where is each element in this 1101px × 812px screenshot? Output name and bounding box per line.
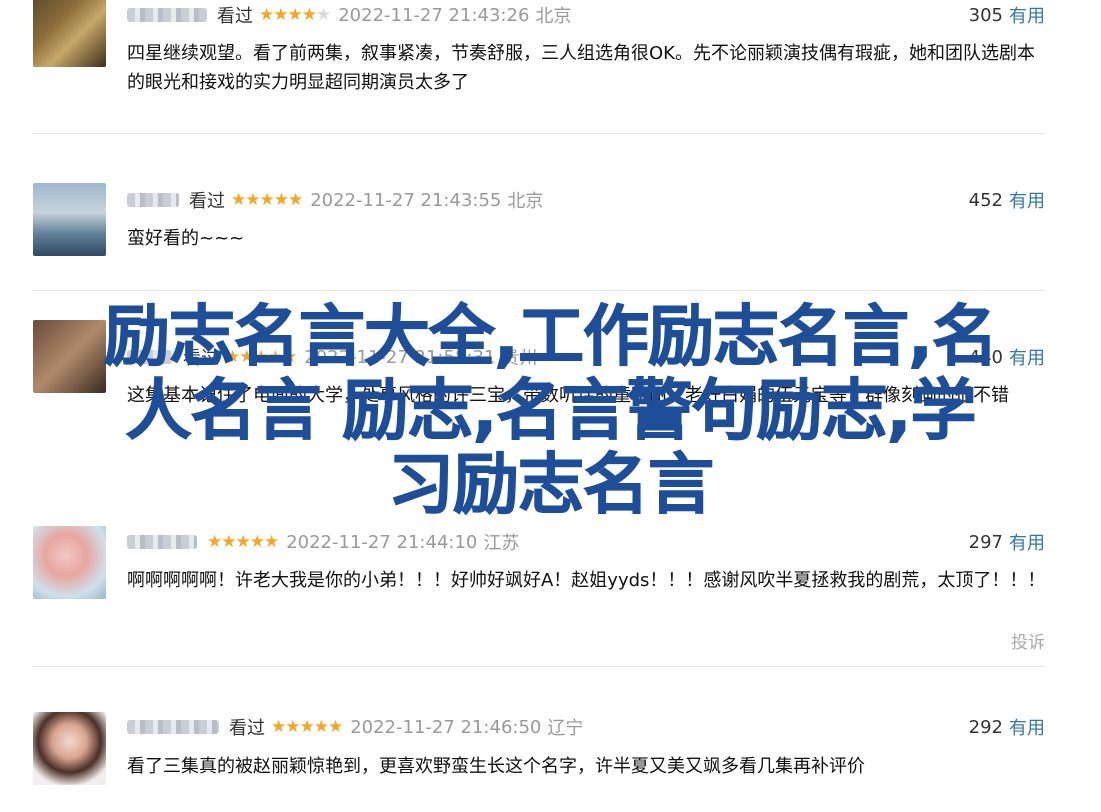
user-avatar[interactable] (33, 712, 106, 785)
username[interactable] (127, 720, 219, 734)
watched-status: 看过 (229, 718, 265, 739)
username[interactable] (127, 535, 197, 549)
user-avatar[interactable] (33, 0, 106, 67)
rating-stars: ★★★★★ (231, 190, 303, 210)
rating-stars: ★★★★★ (207, 532, 279, 552)
watched-status: 看过 (189, 191, 225, 212)
review-meta: 看过 ★★★★★ 2022-11-27 21:43:55 北京 (127, 187, 543, 213)
divider (33, 290, 1045, 291)
username[interactable] (127, 8, 207, 22)
useful-button[interactable]: 有用 (1009, 2, 1045, 28)
vote-count: 297 (968, 531, 1003, 553)
review-location: 辽宁 (547, 718, 584, 739)
overlay-line-3: 习励志名言 (388, 446, 715, 523)
overlay-line-2: 人名言 励志,名言警句励志,学 (125, 372, 977, 449)
vote-area: 305 有用 (969, 2, 1045, 28)
rating-stars: ★★★★★ (271, 717, 343, 737)
review-time: 2022-11-27 21:43:26 (338, 4, 530, 26)
review-time: 2022-11-27 21:44:10 (286, 531, 478, 553)
divider (33, 133, 1045, 134)
review-meta: 看过 ★★★★★ 2022-11-27 21:43:26 北京 (127, 2, 571, 28)
review-meta: 看过 ★★★★★ 2022-11-27 21:46:50 辽宁 (127, 714, 583, 740)
user-avatar[interactable] (33, 183, 106, 256)
vote-area: 452 有用 (969, 187, 1045, 213)
rating-stars: ★★★★★ (259, 5, 331, 25)
review-time: 2022-11-27 21:43:55 (310, 189, 502, 211)
username[interactable] (127, 193, 179, 207)
vote-count: 452 (968, 189, 1003, 211)
overlay-headline: 励志名言大全,工作励志名言,名 人名言 励志,名言警句励志,学 习励志名言 (0, 298, 1101, 523)
report-button[interactable]: 投诉 (1011, 628, 1045, 653)
review-content: 蛮好看的~~~ (127, 228, 245, 249)
overlay-line-1: 励志名言大全,工作励志名言,名 (103, 298, 998, 375)
review-content: 看了三集真的被赵丽颖惊艳到，更喜欢野蛮生长这个名字，许半夏又美又飒多看几集再补评… (127, 756, 865, 777)
useful-button[interactable]: 有用 (1009, 714, 1045, 740)
review-time: 2022-11-27 21:46:50 (350, 716, 542, 738)
review-content: 四星继续观望。看了前两集，叙事紧凑，节奏舒服，三人组选角很OK。先不论丽颖演技偶… (127, 43, 1035, 93)
review-location: 江苏 (483, 533, 520, 554)
review-location: 北京 (507, 191, 544, 212)
review-content: 啊啊啊啊啊！许老大我是你的小弟！！！好帅好飒好A！赵姐yyds！！！感谢风吹半夏… (127, 570, 1046, 591)
review-meta: ★★★★★ 2022-11-27 21:44:10 江苏 (127, 529, 519, 555)
divider (33, 666, 1045, 667)
vote-area: 292 有用 (969, 714, 1045, 740)
vote-area: 297 有用 (969, 529, 1045, 555)
vote-count: 305 (968, 4, 1003, 26)
watched-status: 看过 (217, 6, 253, 27)
useful-button[interactable]: 有用 (1009, 529, 1045, 555)
review-location: 北京 (535, 6, 572, 27)
user-avatar[interactable] (33, 526, 106, 599)
vote-count: 292 (968, 716, 1003, 738)
useful-button[interactable]: 有用 (1009, 187, 1045, 213)
